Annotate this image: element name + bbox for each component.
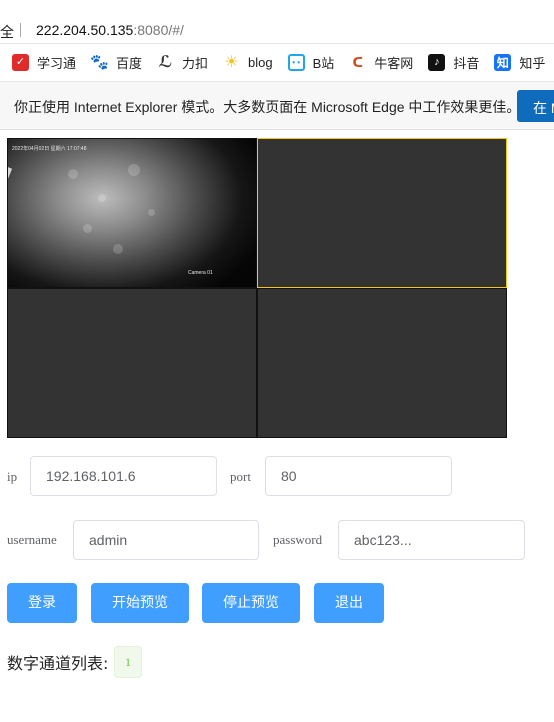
light-streak — [8, 159, 13, 287]
username-label: username — [7, 532, 57, 547]
url-host: 222.204.50.135 — [36, 22, 134, 38]
osd-timestamp: 2022年04月02日 星期六 17:07:48 — [12, 146, 87, 152]
leetcode-icon: ℒ — [158, 53, 173, 71]
password-label: password — [273, 532, 323, 547]
baidu-paw-icon: 🐾 — [90, 54, 109, 71]
ip-label: ip — [7, 469, 18, 484]
bookmark-label: blog — [248, 55, 273, 70]
bookmark-label: 学习通 — [37, 56, 77, 71]
ie-mode-banner: 你正使用 Internet Explorer 模式。大多数页面在 Microso… — [0, 82, 554, 130]
bookmark-bilibili[interactable]: • • B站 — [287, 53, 335, 72]
channel-tag[interactable]: 1 — [114, 646, 142, 678]
bookmarks-bar: ✓ 学习通 🐾 百度 ℒ 力扣 ☀ blog • • B站 ᑕ 牛客网 ♪ 抖音… — [0, 44, 554, 82]
bookmark-baidu[interactable]: 🐾 百度 — [90, 53, 143, 72]
security-indicator[interactable]: 全 — [0, 22, 14, 42]
bookmark-label: 力扣 — [182, 56, 209, 71]
logout-button[interactable]: 退出 — [314, 583, 384, 623]
zhihu-icon: 知 — [494, 54, 512, 71]
xuexitong-icon: ✓ — [12, 54, 29, 71]
stop-preview-button[interactable]: 停止预览 — [202, 583, 300, 623]
bookmark-nowcoder[interactable]: ᑕ 牛客网 — [349, 53, 413, 72]
bookmark-label: 知乎 — [519, 56, 546, 71]
bookmark-zhihu[interactable]: 知 知乎 — [494, 53, 545, 72]
bookmark-label: B站 — [312, 56, 335, 71]
ip-input[interactable] — [30, 456, 217, 496]
username-input[interactable] — [73, 520, 259, 560]
ie-mode-message: 你正使用 Internet Explorer 模式。大多数页面在 Microso… — [14, 99, 521, 115]
open-in-edge-button[interactable]: 在 M — [517, 90, 554, 122]
douyin-icon: ♪ — [428, 54, 446, 71]
sun-icon: ☀ — [224, 53, 239, 71]
channel-list-label: 数字通道列表: — [7, 654, 109, 673]
video-window-4[interactable] — [257, 288, 507, 438]
port-label: port — [230, 469, 251, 484]
bookmark-label: 牛客网 — [374, 56, 414, 71]
address-bar[interactable]: 全 222.204.50.135:8080/#/ — [0, 0, 554, 44]
bookmark-label: 抖音 — [453, 56, 480, 71]
video-grid: 2022年04月02日 星期六 17:07:48 Camera 01 — [7, 138, 507, 438]
bookmark-blog[interactable]: ☀ blog — [223, 53, 273, 71]
password-input[interactable] — [338, 520, 525, 560]
url-port-path: :8080/#/ — [133, 22, 184, 38]
nowcoder-icon: ᑕ — [352, 55, 364, 70]
bilibili-icon: • • — [287, 54, 305, 71]
start-preview-button[interactable]: 开始预览 — [91, 583, 189, 623]
camera-feed: 2022年04月02日 星期六 17:07:48 Camera 01 — [8, 139, 256, 287]
login-button[interactable]: 登录 — [7, 583, 77, 623]
video-window-2[interactable] — [257, 138, 507, 288]
bookmark-label: 百度 — [116, 56, 143, 71]
bookmark-douyin[interactable]: ♪ 抖音 — [428, 53, 479, 72]
url-text[interactable]: 222.204.50.135:8080/#/ — [36, 22, 184, 38]
divider — [20, 23, 21, 37]
video-window-1[interactable]: 2022年04月02日 星期六 17:07:48 Camera 01 — [7, 138, 257, 288]
bookmark-leetcode[interactable]: ℒ 力扣 — [157, 53, 208, 72]
video-window-3[interactable] — [7, 288, 257, 438]
bookmark-xuexitong[interactable]: ✓ 学习通 — [12, 53, 76, 72]
camera-label: Camera 01 — [188, 270, 213, 276]
port-input[interactable] — [265, 456, 452, 496]
